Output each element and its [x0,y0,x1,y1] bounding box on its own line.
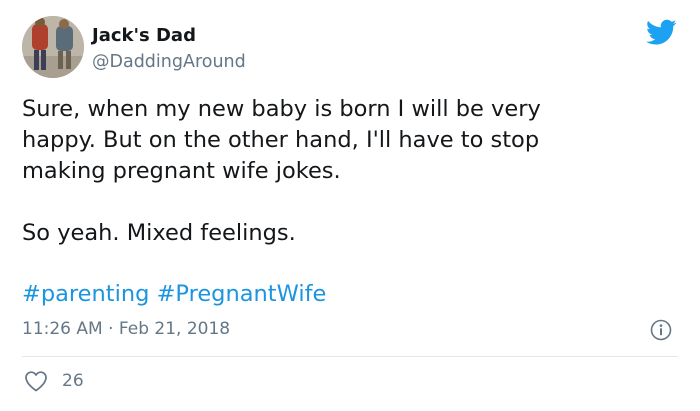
tweet-text: Sure, when my new baby is born I will be… [22,94,682,249]
info-icon[interactable] [650,319,672,341]
like-button[interactable]: 26 [24,370,84,392]
tweet-text-line: making pregnant wife jokes. [22,158,341,184]
tweet-text-line: So yeah. Mixed feelings. [22,220,296,246]
tweet-text-line: Sure, when my new baby is born I will be… [22,96,541,122]
tweet-time: 11:26 AM [22,319,103,339]
heart-icon [25,371,47,392]
tweet-timestamp[interactable]: 11:26 AM · Feb 21, 2018 [22,319,230,339]
tweet-card: Jack's Dad @DaddingAround Sure, when my … [0,0,700,411]
user-handle[interactable]: @DaddingAround [92,52,246,72]
divider [22,356,678,357]
avatar-photo [22,16,84,78]
tweet-text-line: happy. But on the other hand, I'll have … [22,127,540,153]
tweet-date: Feb 21, 2018 [118,319,231,339]
display-name[interactable]: Jack's Dad [92,25,196,46]
meta-separator: · [108,319,114,339]
like-count: 26 [62,371,84,391]
hashtag-row: #parenting #PregnantWife [22,279,326,310]
twitter-bird-icon[interactable] [646,19,677,46]
hashtag-link[interactable]: #PregnantWife [157,281,327,307]
avatar[interactable] [22,16,84,78]
hashtag-link[interactable]: #parenting [22,281,149,307]
